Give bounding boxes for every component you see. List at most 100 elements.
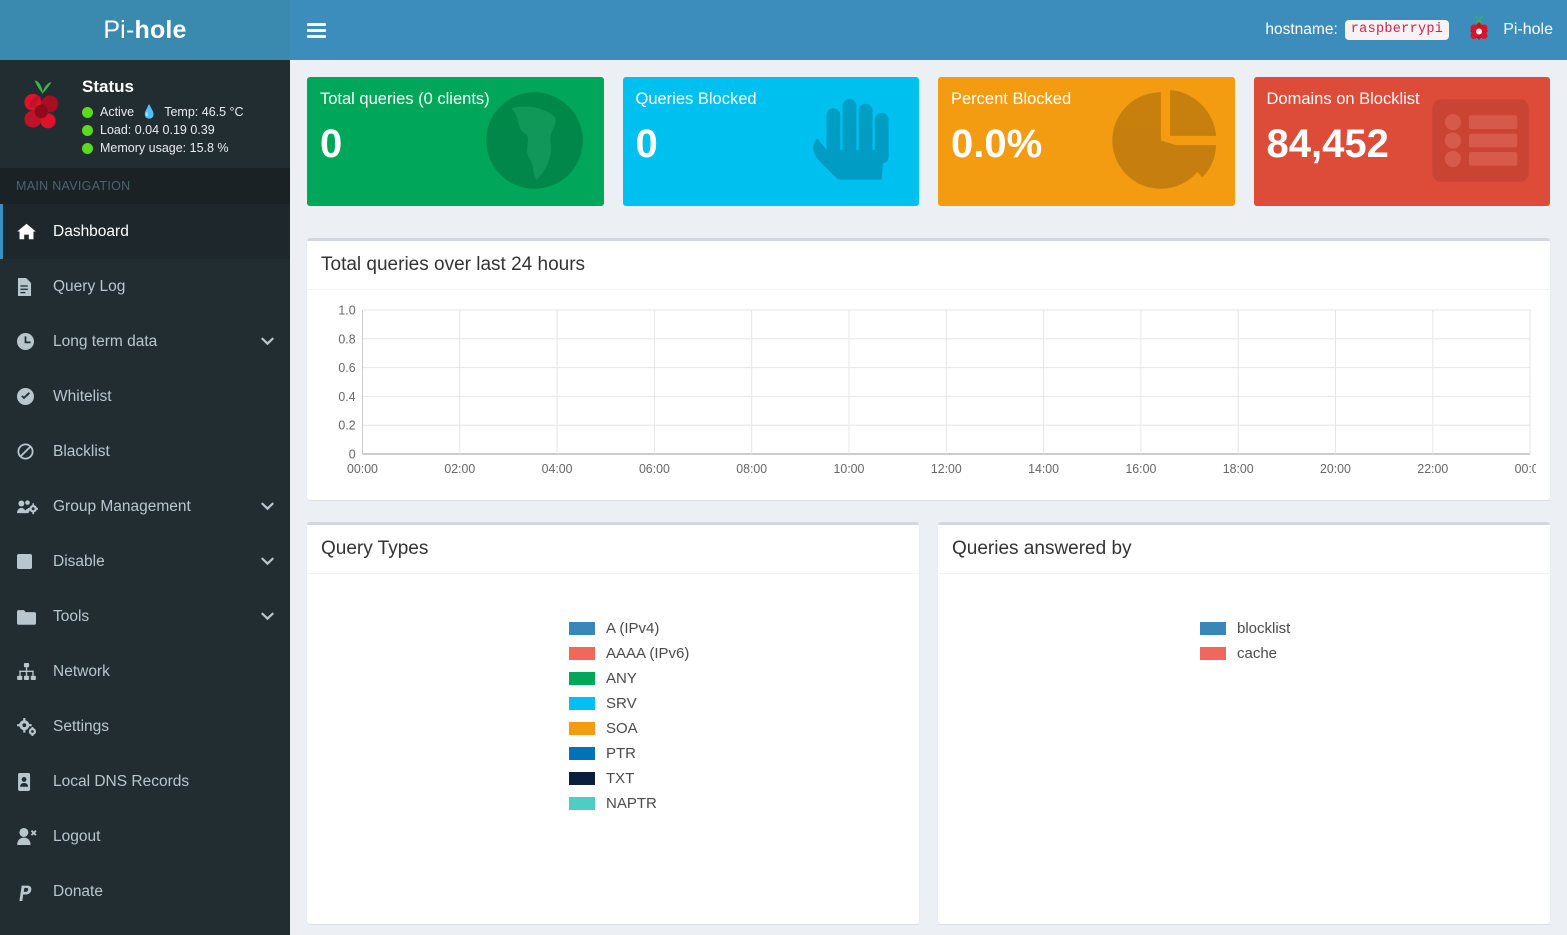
chevron-down-icon[interactable]	[261, 610, 274, 624]
sidebar-item-label: Group Management	[53, 497, 191, 515]
legend-item[interactable]: SOA	[569, 716, 689, 741]
stat-card-percent-blocked[interactable]: Percent Blocked 0.0%	[938, 77, 1235, 206]
folder-icon	[17, 609, 43, 625]
stat-card-value: 0.0%	[951, 122, 1043, 166]
legend-item[interactable]: TXT	[569, 766, 689, 791]
sidebar-toggle-button[interactable]	[290, 0, 342, 60]
sidebar-item-label: Network	[53, 662, 110, 680]
queries-chart-svg: 0 0.2 0.4 0.6 0.8 1.0 00:00 02:00 04:00 06:00 08:0…	[338, 303, 1536, 476]
stat-cards-row: Total queries (0 clients) 0 Queries Bloc…	[307, 77, 1550, 206]
queries-over-time-chart[interactable]: 0 0.2 0.4 0.6 0.8 1.0 00:00 02:00 04:00 06:00 08:0…	[321, 302, 1536, 484]
stat-card-queries-blocked[interactable]: Queries Blocked 0	[622, 77, 919, 206]
stat-card-total-queries[interactable]: Total queries (0 clients) 0	[307, 77, 604, 206]
legend-item[interactable]: cache	[1200, 641, 1290, 666]
status-info: Status Active 💧 Temp: 46.5 °C Load: 0.04…	[82, 76, 244, 157]
svg-text:0.6: 0.6	[338, 361, 355, 375]
sidebar-item-label: Settings	[53, 717, 110, 735]
sidebar-item-donate[interactable]: Donate	[0, 864, 290, 919]
legend-item[interactable]: NAPTR	[569, 791, 689, 816]
legend-item[interactable]: ANY	[569, 666, 689, 691]
bottom-panels-row: Query Types A (IPv4) AAAA (IPv6) ANY SRV SOA…	[307, 522, 1550, 924]
sidebar-item-group-management[interactable]: Group Management	[0, 479, 290, 534]
users-cog-icon	[17, 499, 43, 515]
sidebar-item-query-log[interactable]: Query Log	[0, 259, 290, 314]
legend-label: blocklist	[1237, 620, 1291, 637]
svg-text:06:00: 06:00	[639, 462, 670, 476]
legend-color-swatch	[569, 722, 595, 735]
user-times-icon	[17, 828, 43, 845]
sidebar-item-label: Dashboard	[53, 222, 129, 240]
query-types-legend: A (IPv4) AAAA (IPv6) ANY SRV SOA PTR TXT NAPTR	[569, 616, 689, 816]
app-logo-text-light: Pi-	[103, 15, 135, 44]
query-types-panel: Query Types A (IPv4) AAAA (IPv6) ANY SRV SOA…	[307, 522, 919, 924]
queries-chart-body: 0 0.2 0.4 0.6 0.8 1.0 00:00 02:00 04:00 06:00 08:0…	[307, 290, 1550, 500]
stat-card-label: Percent Blocked	[951, 90, 1072, 108]
legend-item[interactable]: PTR	[569, 741, 689, 766]
brand-right[interactable]: Pi-hole	[1463, 13, 1553, 47]
app-logo[interactable]: Pi-hole	[0, 0, 290, 60]
stat-card-label: Queries Blocked	[635, 90, 757, 108]
status-raspberry-logo	[16, 76, 70, 145]
legend-color-swatch	[569, 772, 595, 785]
hamburger-icon	[306, 22, 326, 38]
chevron-down-icon[interactable]	[261, 335, 274, 349]
svg-text:00:00: 00:00	[347, 462, 378, 476]
legend-item[interactable]: blocklist	[1200, 616, 1290, 641]
sidebar-item-settings[interactable]: Settings	[0, 699, 290, 754]
legend-label: ANY	[606, 670, 637, 687]
svg-text:16:00: 16:00	[1125, 462, 1156, 476]
status-dot-memory	[82, 142, 93, 154]
sidebar-item-long-term-data[interactable]: Long term data	[0, 314, 290, 369]
status-dot-load	[82, 124, 93, 136]
sidebar-item-dashboard[interactable]: Dashboard	[0, 204, 290, 259]
sidebar-item-label: Donate	[53, 882, 103, 900]
legend-label: PTR	[606, 745, 636, 762]
svg-text:18:00: 18:00	[1223, 462, 1254, 476]
app-logo-text: Pi-hole	[103, 16, 186, 45]
legend-item[interactable]: SRV	[569, 691, 689, 716]
legend-label: A (IPv4)	[606, 620, 660, 637]
sidebar-item-tools[interactable]: Tools	[0, 589, 290, 644]
queries-chart-panel: Total queries over last 24 hours 0 0.2 0.4…	[307, 238, 1550, 500]
legend-item[interactable]: A (IPv4)	[569, 616, 689, 641]
main-content: Total queries (0 clients) 0 Queries Bloc…	[290, 60, 1567, 935]
sidebar-item-whitelist[interactable]: Whitelist	[0, 369, 290, 424]
svg-text:0: 0	[349, 447, 356, 461]
sidebar-item-label: Whitelist	[53, 387, 112, 405]
navbar-right: hostname: raspberrypi Pi-hole	[1265, 13, 1553, 47]
hostname-value: raspberrypi	[1344, 20, 1450, 40]
sidebar-item-label: Disable	[53, 552, 105, 570]
legend-item[interactable]: AAAA (IPv6)	[569, 641, 689, 666]
status-title: Status	[82, 77, 134, 96]
chevron-down-icon[interactable]	[261, 555, 274, 569]
legend-color-swatch	[569, 647, 595, 660]
legend-label: AAAA (IPv6)	[606, 645, 690, 662]
sidebar-item-network[interactable]: Network	[0, 644, 290, 699]
legend-color-swatch	[569, 622, 595, 635]
status-row-active: Active 💧 Temp: 46.5 °C	[82, 103, 244, 121]
status-memory-label: Memory usage: 15.8 %	[100, 141, 229, 155]
app-logo-text-bold: hole	[134, 15, 187, 44]
svg-text:00:00: 00:00	[1515, 462, 1536, 476]
sidebar-item-blacklist[interactable]: Blacklist	[0, 424, 290, 479]
stat-card-value: 0	[635, 122, 658, 166]
status-row-load: Load: 0.04 0.19 0.39	[82, 121, 244, 139]
sidebar-item-logout[interactable]: Logout	[0, 809, 290, 864]
top-header: Pi-hole hostname: raspberrypi Pi-hole	[0, 0, 1567, 60]
raspberry-pi-logo-icon	[1470, 15, 1489, 40]
status-temp-label: Temp: 46.5 °C	[164, 105, 244, 119]
query-types-header: Query Types	[307, 525, 919, 574]
answered-by-panel: Queries answered by blocklist cache	[938, 522, 1550, 924]
legend-label: TXT	[606, 770, 635, 787]
legend-color-swatch	[569, 747, 595, 760]
sidebar: Status Active 💧 Temp: 46.5 °C Load: 0.04…	[0, 60, 290, 935]
legend-label: NAPTR	[606, 795, 657, 812]
sidebar-item-local-dns-records[interactable]: Local DNS Records	[0, 754, 290, 809]
stat-card-domains-blocklist[interactable]: Domains on Blocklist 84,452	[1253, 77, 1550, 206]
sidebar-item-disable[interactable]: Disable	[0, 534, 290, 589]
status-row-memory: Memory usage: 15.8 %	[82, 139, 244, 157]
legend-label: cache	[1237, 645, 1278, 662]
status-active-label: Active	[100, 105, 135, 119]
sitemap-icon	[17, 663, 43, 680]
chevron-down-icon[interactable]	[261, 500, 274, 514]
